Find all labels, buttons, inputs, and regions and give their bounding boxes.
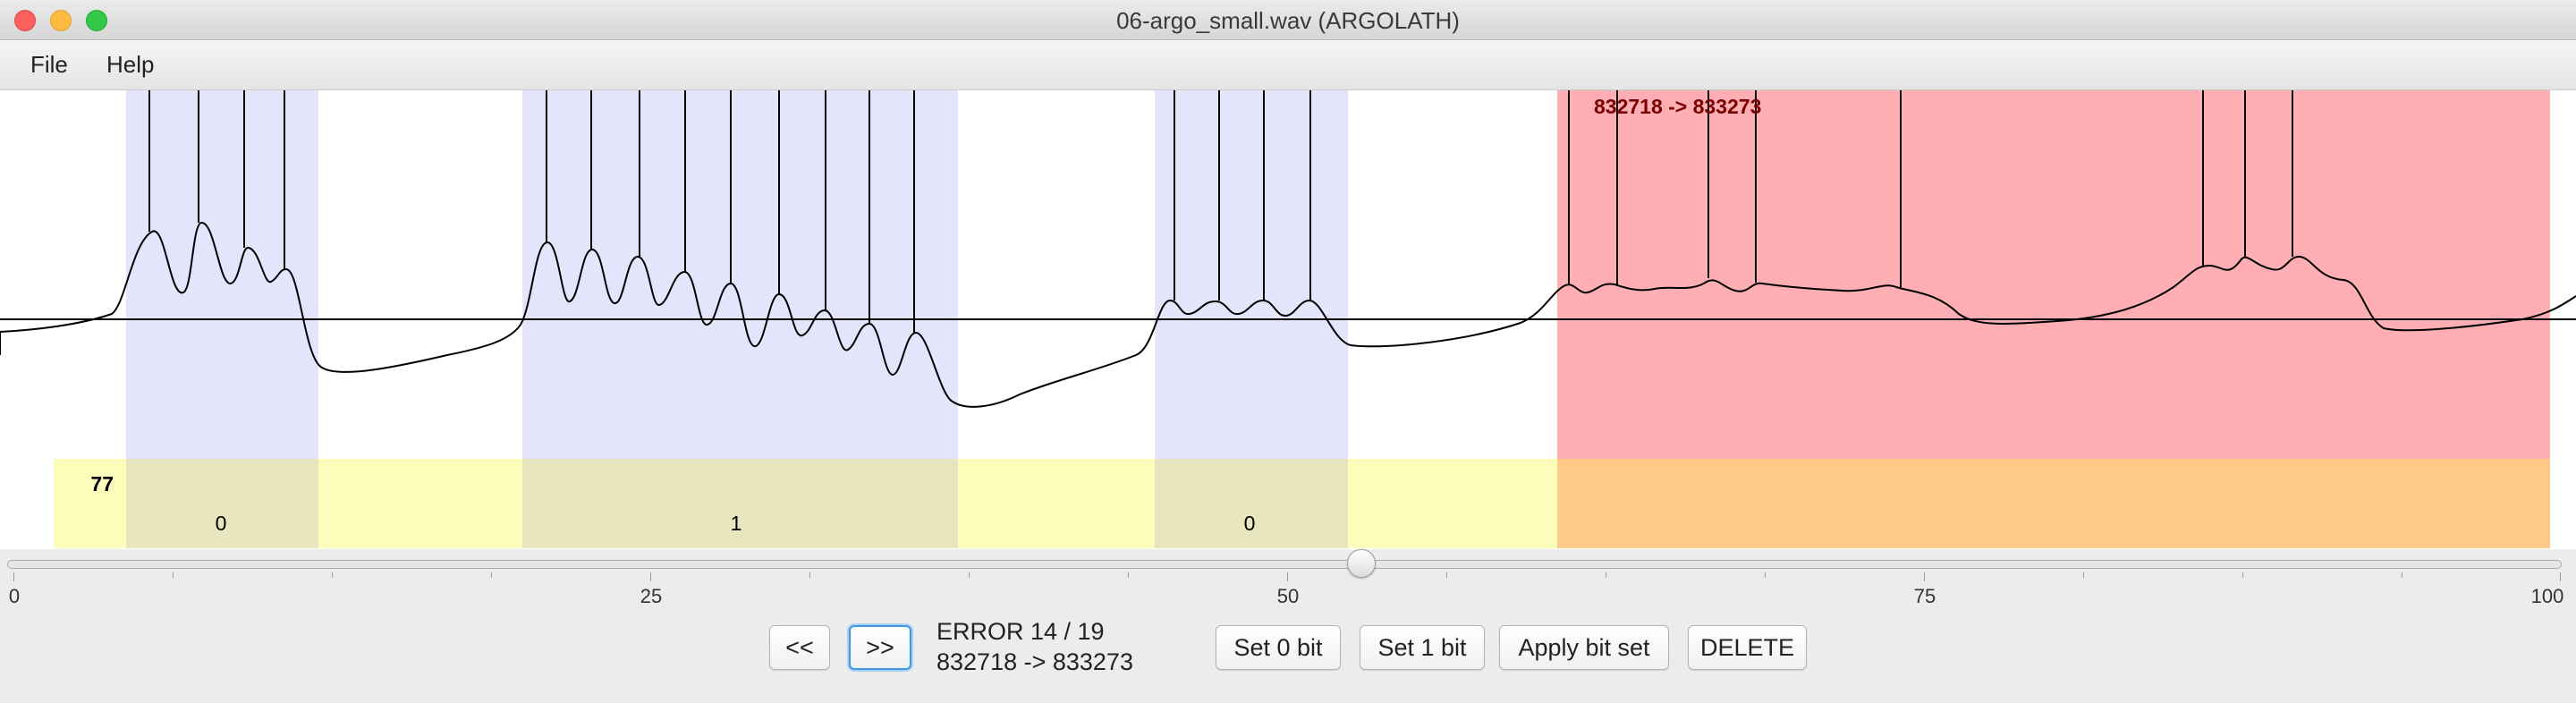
menu-file[interactable]: File [30,51,68,79]
byte-value-label: 77 [90,472,114,495]
slider-label-50: 50 [1276,585,1300,607]
slider-tick [2242,572,2243,578]
slider-label-100: 100 [2530,585,2564,607]
slider-label-75: 75 [1913,585,1936,607]
title-bar: 06-argo_small.wav (ARGOLATH) [0,0,2576,40]
apply-bit-set-button[interactable]: Apply bit set [1499,625,1669,670]
error-range-text: 832718 -> 833273 [936,648,1133,675]
set-0-bit-button[interactable]: Set 0 bit [1216,625,1341,670]
slider-tick [809,572,810,578]
slider-tick [650,572,651,581]
slider-tick [2560,572,2561,581]
previous-error-button[interactable]: << [769,625,830,670]
bit-label-1: 1 [731,512,742,535]
waveform-canvas[interactable]: 832718 -> 833273 77 0 1 0 [0,90,2576,549]
bit-label-0: 0 [216,512,227,535]
slider-tick [13,572,14,581]
position-slider[interactable]: 0 25 50 75 100 [0,549,2576,621]
menu-bar: File Help [0,40,2576,90]
slider-thumb[interactable] [1347,549,1376,578]
slider-tick [1924,572,1925,581]
slider-label-0: 0 [8,585,21,607]
menu-help[interactable]: Help [106,51,154,79]
set-1-bit-button[interactable]: Set 1 bit [1360,625,1485,670]
slider-tick [491,572,492,578]
slider-tick [1446,572,1447,578]
byte-band-bit-1 [522,459,958,548]
next-error-button[interactable]: >> [849,625,911,670]
slider-track[interactable] [7,560,2562,569]
byte-band-bit-0 [126,459,318,548]
slider-tick [332,572,333,578]
slider-tick [1765,572,1766,578]
delete-button[interactable]: DELETE [1688,625,1807,670]
error-range-label: 832718 -> 833273 [1594,95,1761,118]
slider-tick [1287,572,1288,581]
slider-label-25: 25 [640,585,663,607]
slider-tick [173,572,174,578]
bit-label-2: 0 [1244,512,1256,535]
waveform-svg: 832718 -> 833273 77 0 1 0 [0,90,2576,548]
error-status-text: ERROR 14 / 19 [936,618,1105,645]
byte-band-error [1557,459,2550,548]
slider-tick [2083,572,2084,578]
slider-tick [969,572,970,578]
byte-band-bit-2 [1155,459,1348,548]
window-title: 06-argo_small.wav (ARGOLATH) [1116,7,1460,34]
slider-tick [1128,572,1129,578]
